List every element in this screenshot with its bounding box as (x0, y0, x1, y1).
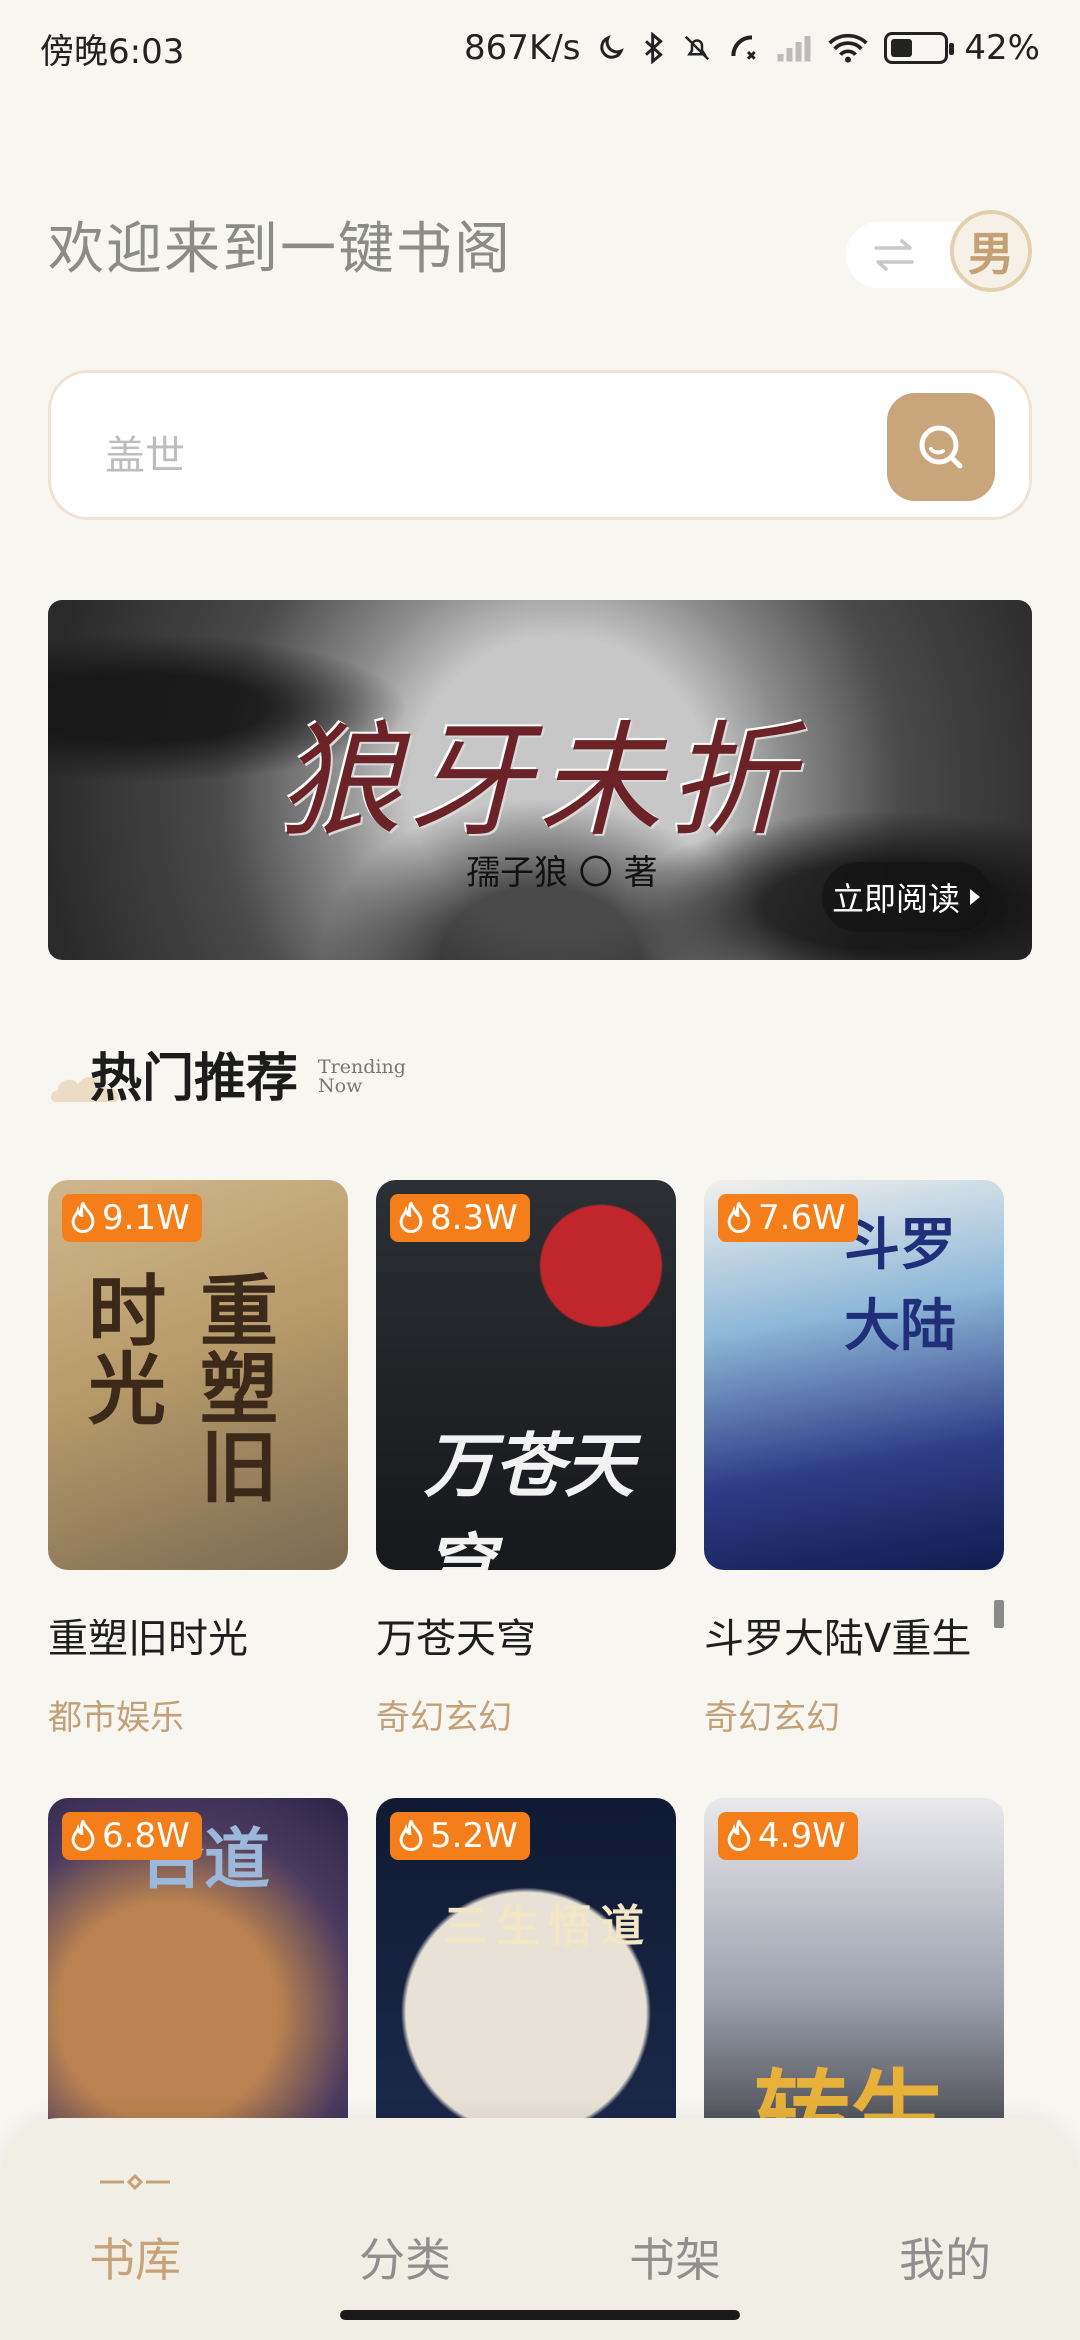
heat-value: 4.9W (758, 1816, 846, 1856)
nav-item-profile[interactable]: 我的 (810, 2224, 1080, 2290)
cover-text: 三生悟道 (444, 1901, 652, 1952)
fire-icon (399, 1202, 423, 1234)
search-button[interactable] (887, 393, 995, 501)
heat-value: 8.3W (430, 1198, 518, 1238)
book-title[interactable]: 万苍天穹 (376, 1606, 676, 1664)
book-card[interactable]: 万苍天穹 8.3W 万苍天穹 奇幻玄幻 (376, 1180, 676, 1739)
fire-icon (727, 1202, 751, 1234)
bell-muted-icon (682, 32, 712, 64)
book-card[interactable]: 重塑旧时光 9.1W 重塑旧时光 都市娱乐 (48, 1180, 348, 1739)
nav-item-category[interactable]: 分类 (270, 2224, 540, 2290)
heat-badge: 5.2W (390, 1812, 530, 1860)
book-title[interactable]: 斗罗大陆V重生 (704, 1606, 1004, 1664)
call-icon (728, 32, 760, 64)
heat-badge: 8.3W (390, 1194, 530, 1242)
banner-author: 孺子狼 〇 著 (466, 853, 658, 893)
play-arrow-icon (970, 889, 980, 905)
nav-item-library[interactable]: 书库 (0, 2224, 270, 2290)
heat-value: 6.8W (102, 1816, 190, 1856)
heat-badge: 7.6W (718, 1194, 858, 1242)
gender-badge[interactable]: 男 (950, 210, 1032, 292)
section-subtitle: Trending Now (318, 1058, 406, 1096)
fire-icon (71, 1202, 95, 1234)
signal-icon (776, 33, 812, 63)
read-now-button[interactable]: 立即阅读 (822, 862, 992, 932)
status-bar: 傍晚6:03 867K/s 42% (0, 0, 1080, 96)
cover-text: 重塑旧时光 (75, 1270, 278, 1504)
heat-value: 9.1W (102, 1198, 190, 1238)
read-now-label: 立即阅读 (831, 880, 960, 918)
battery-icon (884, 32, 955, 64)
fire-icon (399, 1820, 423, 1852)
search-bar[interactable]: 盖世 (48, 370, 1032, 520)
net-speed: 867K/s (464, 28, 581, 68)
heat-badge: 6.8W (62, 1812, 202, 1860)
active-tab-indicator-icon (100, 2174, 170, 2190)
welcome-title: 欢迎来到一键书阁 (48, 217, 512, 282)
heat-badge: 9.1W (62, 1194, 202, 1242)
subtitle-line2: Now (318, 1075, 363, 1097)
promo-banner[interactable]: 狼牙未折 孺子狼 〇 著 立即阅读 (48, 600, 1032, 960)
book-title[interactable]: 重塑旧时光 (48, 1606, 348, 1664)
wifi-icon (828, 33, 869, 63)
section-title: 热门推荐 (90, 1048, 299, 1109)
book-cover[interactable]: 斗罗大陆 7.6W (704, 1180, 1004, 1570)
cover-text: 斗罗大陆 (844, 1212, 956, 1359)
fire-icon (71, 1820, 95, 1852)
home-indicator[interactable] (340, 2310, 740, 2320)
swap-icon (872, 238, 916, 276)
heat-value: 7.6W (758, 1198, 846, 1238)
book-category[interactable]: 奇幻玄幻 (704, 1690, 1004, 1739)
moon-icon (596, 33, 626, 63)
banner-title: 狼牙未折 (278, 710, 799, 854)
heat-value: 5.2W (430, 1816, 518, 1856)
bottom-nav: 书库 分类 书架 我的 (0, 2118, 1080, 2340)
bluetooth-icon (642, 32, 666, 64)
nav-item-bookshelf[interactable]: 书架 (540, 2224, 810, 2290)
book-category[interactable]: 奇幻玄幻 (376, 1690, 676, 1739)
scrollbar-thumb[interactable] (994, 1600, 1004, 1628)
book-card[interactable]: 斗罗大陆 7.6W 斗罗大陆V重生 奇幻玄幻 (704, 1180, 1004, 1739)
search-input[interactable]: 盖世 (105, 423, 185, 481)
section-header: 热门推荐 Trending Now (48, 1036, 548, 1126)
cover-text: 万苍天穹 (424, 1424, 634, 1570)
book-category[interactable]: 都市娱乐 (48, 1690, 348, 1739)
status-time: 傍晚6:03 (40, 31, 185, 72)
fire-icon (727, 1820, 751, 1852)
search-icon (919, 425, 963, 469)
heat-badge: 4.9W (718, 1812, 858, 1860)
book-cover[interactable]: 万苍天穹 8.3W (376, 1180, 676, 1570)
battery-percent: 42% (964, 28, 1040, 68)
book-cover[interactable]: 重塑旧时光 9.1W (48, 1180, 348, 1570)
